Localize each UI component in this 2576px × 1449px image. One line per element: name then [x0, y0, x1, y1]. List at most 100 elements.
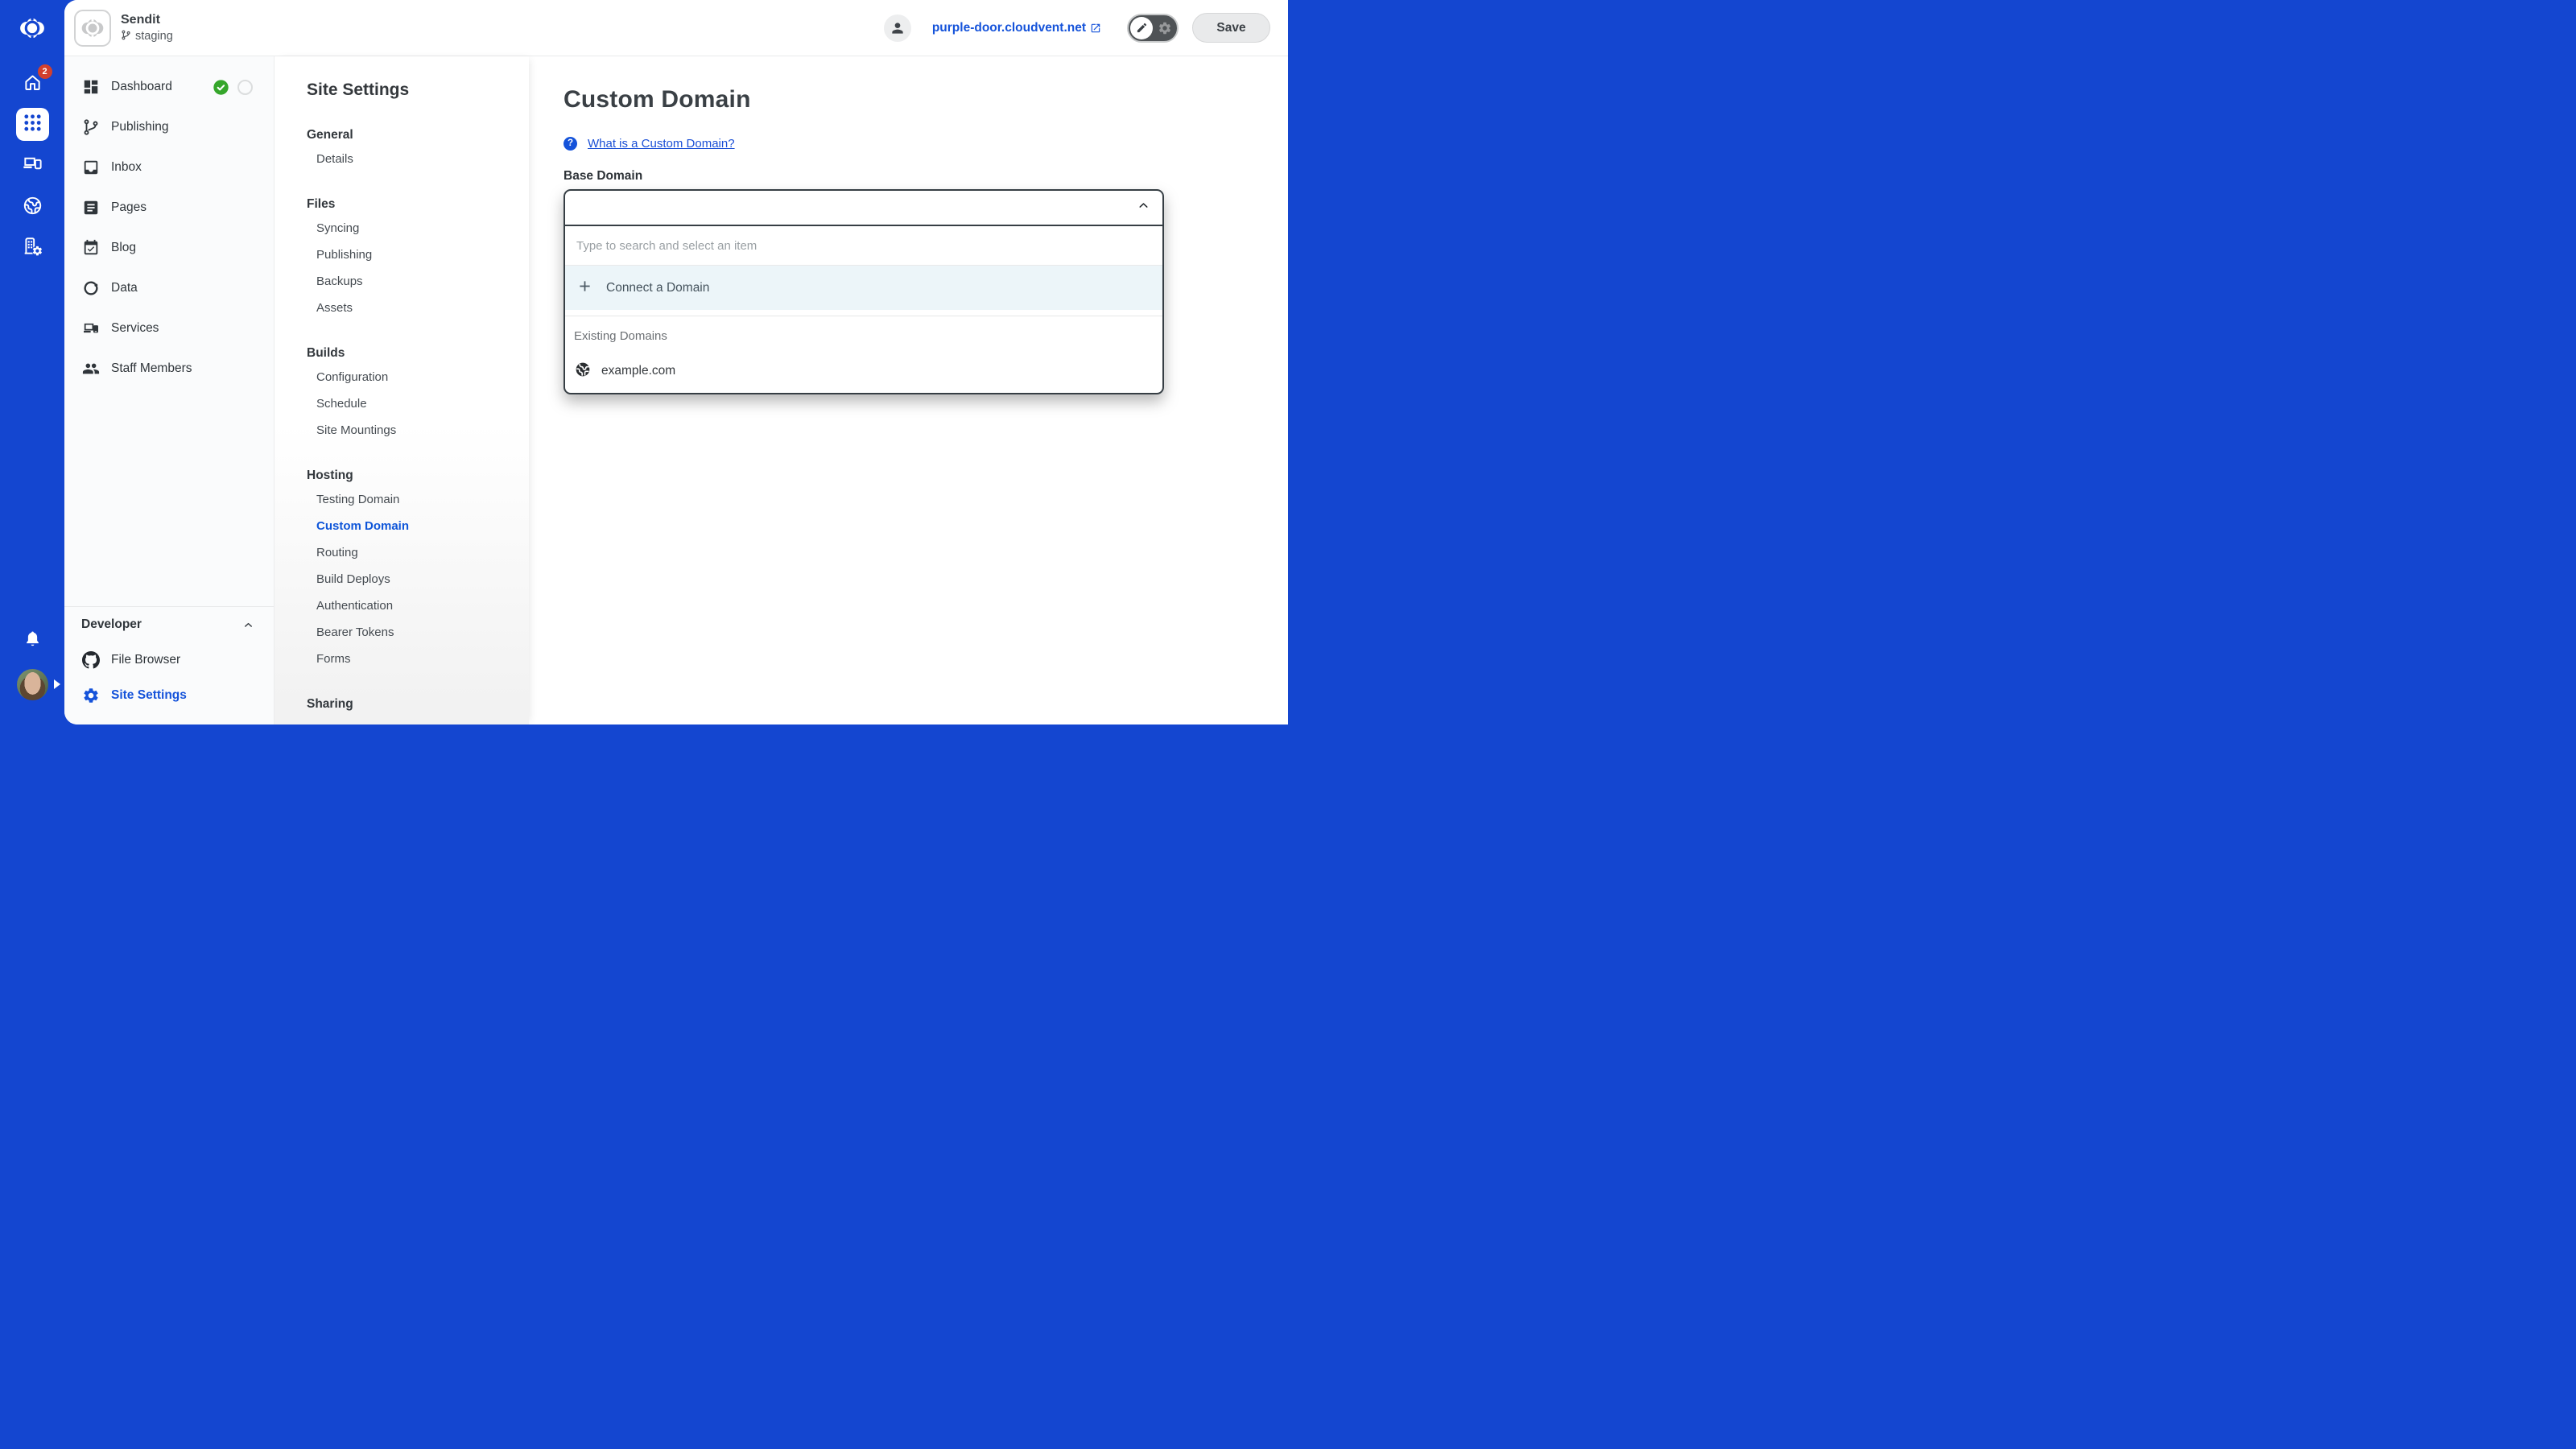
base-domain-select[interactable]: [564, 189, 1164, 226]
sidebar-item-pages[interactable]: Pages: [64, 188, 274, 228]
top-header: Sendit staging purple-door.cloudvent.net: [64, 0, 1288, 56]
sidebar-item-label: Inbox: [111, 160, 142, 175]
site-sidebar: Dashboard Publishing: [64, 56, 275, 724]
sidebar-item-services[interactable]: Services: [64, 308, 274, 349]
rail-organization-button[interactable]: [22, 236, 43, 261]
sidebar-item-dashboard[interactable]: Dashboard: [64, 67, 274, 107]
sidebar-item-label: Site Settings: [111, 688, 187, 703]
sidebar-item-label: File Browser: [111, 653, 180, 667]
settings-nav-schedule[interactable]: Schedule: [307, 390, 529, 417]
settings-nav-syncing[interactable]: Syncing: [307, 215, 529, 242]
branch-name: staging: [135, 30, 173, 43]
domain-option-example-com[interactable]: example.com: [565, 357, 1162, 385]
domain-search-input[interactable]: [565, 226, 1162, 266]
dropdown-divider: [565, 310, 1162, 316]
rail-notifications-button[interactable]: [23, 629, 43, 653]
dashboard-status: [213, 79, 253, 96]
settings-section-hosting: Hosting Testing Domain Custom Domain Rou…: [307, 465, 529, 672]
sidebar-item-label: Data: [111, 281, 138, 295]
devices-icon: [22, 153, 43, 178]
settings-nav-routing[interactable]: Routing: [307, 539, 529, 566]
help-row: ? What is a Custom Domain?: [564, 137, 1288, 151]
devices-icon: [81, 319, 101, 338]
base-domain-label: Base Domain: [564, 169, 1288, 184]
avatar-expand-arrow-icon: [54, 679, 60, 689]
viewer-count-button[interactable]: [884, 14, 911, 42]
settings-nav-testing-domain[interactable]: Testing Domain: [307, 486, 529, 513]
settings-nav-details[interactable]: Details: [307, 146, 529, 172]
settings-nav-forms[interactable]: Forms: [307, 646, 529, 672]
sidebar-item-staff-members[interactable]: Staff Members: [64, 349, 274, 389]
settings-section-general: General Details: [307, 125, 529, 172]
settings-nav-publishing[interactable]: Publishing: [307, 242, 529, 268]
app-window: Sendit staging purple-door.cloudvent.net: [64, 0, 1288, 724]
site-logo-icon: [79, 14, 106, 42]
page-title: Custom Domain: [564, 84, 1288, 116]
external-link-icon: [1090, 23, 1101, 34]
app-rail: 2: [0, 0, 64, 724]
calendar-check-icon: [81, 238, 101, 258]
chevron-up-icon: [242, 619, 254, 631]
building-settings-icon: [22, 236, 43, 261]
save-button[interactable]: Save: [1192, 13, 1270, 43]
rail-devices-button[interactable]: [22, 153, 43, 178]
settings-panel-title: Site Settings: [307, 77, 529, 103]
developer-section-toggle[interactable]: Developer: [64, 607, 274, 642]
preview-url-link[interactable]: purple-door.cloudvent.net: [932, 21, 1101, 35]
settings-section-sharing: Sharing: [307, 694, 529, 715]
notification-count-badge: 2: [38, 64, 52, 79]
sidebar-item-file-browser[interactable]: File Browser: [64, 642, 274, 678]
data-ring-icon: [81, 279, 101, 298]
gear-icon: [1158, 21, 1172, 35]
help-question-icon: ?: [564, 137, 577, 151]
settings-nav-build-deploys[interactable]: Build Deploys: [307, 566, 529, 592]
plus-icon: [576, 278, 593, 299]
existing-domains-group: Existing Domains example.com: [565, 316, 1162, 393]
settings-nav-assets[interactable]: Assets: [307, 295, 529, 321]
settings-nav-configuration[interactable]: Configuration: [307, 364, 529, 390]
site-logo-tile: [74, 10, 111, 47]
github-icon: [81, 650, 101, 670]
settings-section-builds: Builds Configuration Schedule Site Mount…: [307, 343, 529, 444]
site-branch: staging: [121, 30, 173, 43]
sidebar-item-inbox[interactable]: Inbox: [64, 147, 274, 188]
site-meta: Sendit staging: [121, 13, 173, 43]
sidebar-item-data[interactable]: Data: [64, 268, 274, 308]
sidebar-item-label: Services: [111, 321, 159, 336]
sidebar-item-label: Publishing: [111, 120, 169, 134]
settings-nav-authentication[interactable]: Authentication: [307, 592, 529, 619]
settings-nav-bearer-tokens[interactable]: Bearer Tokens: [307, 619, 529, 646]
rail-globe-button[interactable]: [23, 196, 43, 220]
pencil-icon: [1136, 22, 1148, 34]
gear-icon: [81, 686, 101, 705]
settings-nav-backups[interactable]: Backups: [307, 268, 529, 295]
chevron-up-icon: [1137, 199, 1150, 217]
base-domain-dropdown-panel: Connect a Domain Existing Domains: [564, 226, 1164, 394]
connect-a-domain-option[interactable]: Connect a Domain: [565, 266, 1162, 310]
rail-user-menu[interactable]: [17, 669, 48, 700]
edit-settings-mode-toggle[interactable]: [1127, 14, 1179, 43]
person-icon: [890, 20, 906, 36]
rail-apps-button-active[interactable]: [16, 108, 49, 141]
git-branch-icon: [121, 30, 131, 43]
inbox-icon: [81, 158, 101, 177]
bell-icon: [23, 629, 43, 653]
apps-grid-icon: [23, 113, 43, 137]
sidebar-item-site-settings[interactable]: Site Settings: [64, 678, 274, 713]
base-domain-combobox: Connect a Domain Existing Domains: [564, 189, 1164, 394]
sidebar-item-label: Pages: [111, 200, 147, 215]
dashboard-icon: [81, 77, 101, 97]
document-icon: [81, 198, 101, 217]
sidebar-item-publishing[interactable]: Publishing: [64, 107, 274, 147]
cloudcannon-logo-icon: [17, 13, 47, 43]
sidebar-item-blog[interactable]: Blog: [64, 228, 274, 268]
main-content: Custom Domain ? What is a Custom Domain?…: [529, 56, 1288, 724]
git-branch-icon: [81, 118, 101, 137]
help-link[interactable]: What is a Custom Domain?: [588, 137, 735, 151]
rail-home-button[interactable]: 2: [23, 72, 43, 97]
developer-section: Developer File Browser Site Settings: [64, 606, 274, 724]
existing-domains-label: Existing Domains: [565, 328, 1162, 345]
user-avatar: [17, 669, 48, 700]
settings-nav-custom-domain[interactable]: Custom Domain: [307, 513, 529, 539]
settings-nav-site-mountings[interactable]: Site Mountings: [307, 417, 529, 444]
